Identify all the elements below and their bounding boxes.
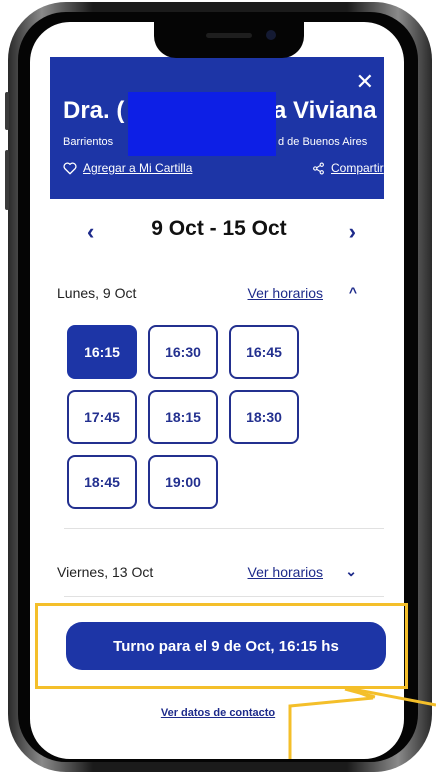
callout-pointer [288,686,436,759]
